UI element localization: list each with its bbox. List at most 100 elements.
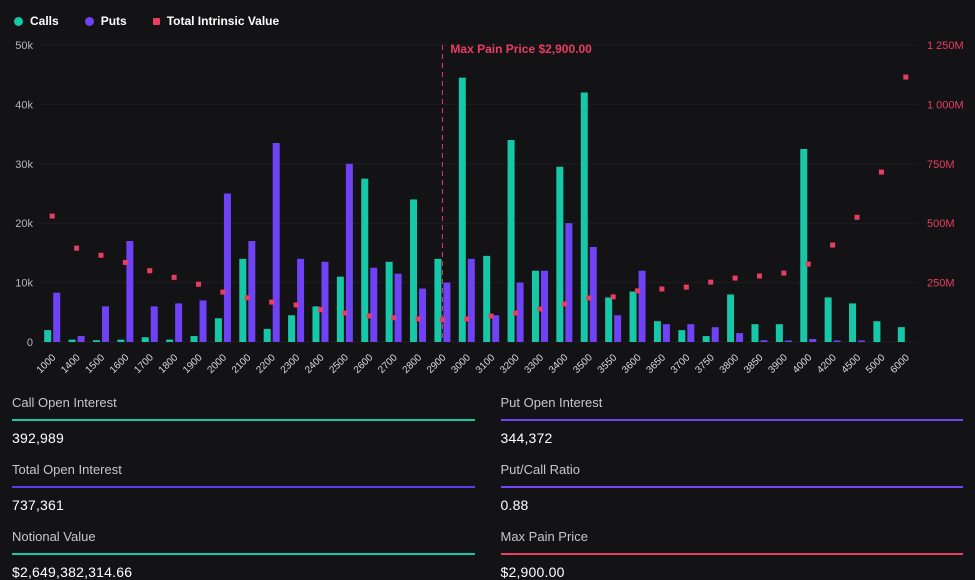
intrinsic-point xyxy=(123,260,128,265)
call-bar xyxy=(654,321,661,342)
max-pain-dashboard: CallsPutsTotal Intrinsic Value 010k20k30… xyxy=(0,0,975,577)
stat-label: Call Open Interest xyxy=(12,395,475,421)
x-axis-label: 1800 xyxy=(157,352,181,376)
call-bar xyxy=(703,336,710,342)
stat-max-pain-price: Max Pain Price$2,900.00 xyxy=(501,529,964,580)
x-axis-label: 4000 xyxy=(791,352,815,376)
intrinsic-points xyxy=(50,75,909,323)
put-bar xyxy=(834,341,841,343)
put-bar xyxy=(224,194,231,343)
intrinsic-point xyxy=(342,311,347,316)
x-axis-label: 6000 xyxy=(888,352,912,376)
intrinsic-point xyxy=(489,314,494,319)
x-axis-label: 3100 xyxy=(474,352,498,376)
intrinsic-point xyxy=(147,268,152,273)
intrinsic-point xyxy=(74,246,79,251)
put-bar xyxy=(419,289,426,342)
stat-value: 737,361 xyxy=(12,488,475,513)
right-axis-tick: 250M xyxy=(927,278,955,290)
put-bar xyxy=(492,315,499,342)
left-axis-tick: 20k xyxy=(15,218,33,230)
intrinsic-point xyxy=(708,280,713,285)
stat-value: $2,900.00 xyxy=(501,555,964,580)
intrinsic-point xyxy=(245,295,250,300)
put-bar xyxy=(760,340,767,342)
call-bar xyxy=(117,340,124,342)
left-axis-tick: 50k xyxy=(15,40,33,52)
x-axis-label: 3700 xyxy=(669,352,693,376)
x-axis-label: 1400 xyxy=(59,352,83,376)
puts-marker-icon xyxy=(85,17,94,26)
calls-marker-icon xyxy=(14,17,23,26)
call-bar xyxy=(191,336,198,342)
intrinsic-point xyxy=(440,317,445,322)
total-intrinsic-value-marker-icon xyxy=(153,18,160,25)
chart-legend: Calls Puts Total Intrinsic Value xyxy=(0,0,975,33)
stat-value: 0.88 xyxy=(501,488,964,513)
x-axis-label: 3550 xyxy=(596,352,620,376)
put-bar xyxy=(126,241,133,342)
legend-item-calls[interactable]: Calls xyxy=(14,14,59,28)
put-bar xyxy=(53,293,60,342)
call-bar xyxy=(239,259,246,342)
x-axis-label: 3600 xyxy=(620,352,644,376)
stat-label: Put/Call Ratio xyxy=(501,462,964,488)
stat-put-call-ratio: Put/Call Ratio0.88 xyxy=(501,462,964,513)
x-axis-label: 2200 xyxy=(254,352,278,376)
x-axis-label: 1500 xyxy=(84,352,108,376)
put-bar xyxy=(102,306,109,342)
intrinsic-point xyxy=(416,316,421,321)
intrinsic-point xyxy=(781,271,786,276)
x-axis-label: 3850 xyxy=(742,352,766,376)
x-axis-label: 2300 xyxy=(279,352,303,376)
intrinsic-point xyxy=(830,243,835,248)
intrinsic-point xyxy=(635,288,640,293)
x-axis-label: 5000 xyxy=(864,352,888,376)
put-bar xyxy=(809,339,816,342)
x-axis-label: 3750 xyxy=(693,352,717,376)
call-bar xyxy=(483,256,490,342)
stat-label: Max Pain Price xyxy=(501,529,964,555)
x-axis-label: 3800 xyxy=(718,352,742,376)
legend-item-total-intrinsic-value[interactable]: Total Intrinsic Value xyxy=(153,14,279,28)
gridlines: 010k20k30k40k50k xyxy=(15,40,918,349)
intrinsic-point xyxy=(659,287,664,292)
legend-item-puts[interactable]: Puts xyxy=(85,14,127,28)
x-axis-label: 2800 xyxy=(401,352,425,376)
call-bar xyxy=(532,271,539,342)
stat-value: $2,649,382,314.66 xyxy=(12,555,475,580)
x-axis-label: 3650 xyxy=(645,352,669,376)
legend-label: Calls xyxy=(30,14,59,28)
legend-label: Total Intrinsic Value xyxy=(167,14,279,28)
stat-notional-value: Notional Value$2,649,382,314.66 xyxy=(12,529,475,580)
right-axis-tick: 1 250M xyxy=(927,40,964,52)
put-bar xyxy=(541,271,548,342)
left-axis-tick: 0 xyxy=(27,337,33,349)
call-bar xyxy=(142,337,149,342)
x-axis-label: 2500 xyxy=(327,352,351,376)
stat-put-open-interest: Put Open Interest344,372 xyxy=(501,395,964,446)
call-bar xyxy=(69,340,76,342)
intrinsic-point xyxy=(391,315,396,320)
call-bar xyxy=(556,167,563,342)
put-bar xyxy=(395,274,402,342)
intrinsic-point xyxy=(855,215,860,220)
intrinsic-point xyxy=(586,296,591,301)
intrinsic-point xyxy=(220,290,225,295)
stat-label: Notional Value xyxy=(12,529,475,555)
put-bar xyxy=(663,324,670,342)
put-bar xyxy=(443,283,450,342)
put-bar xyxy=(858,341,865,343)
call-bar xyxy=(386,262,393,342)
intrinsic-point xyxy=(294,302,299,307)
intrinsic-point xyxy=(50,214,55,219)
call-bar xyxy=(800,149,807,342)
put-bar xyxy=(248,241,255,342)
x-axis-label: 2900 xyxy=(425,352,449,376)
x-axis-label: 4500 xyxy=(840,352,864,376)
intrinsic-point xyxy=(537,306,542,311)
call-bar xyxy=(264,329,271,342)
call-bar xyxy=(581,93,588,342)
right-axis-tick: 750M xyxy=(927,159,955,171)
left-axis-tick: 30k xyxy=(15,159,33,171)
